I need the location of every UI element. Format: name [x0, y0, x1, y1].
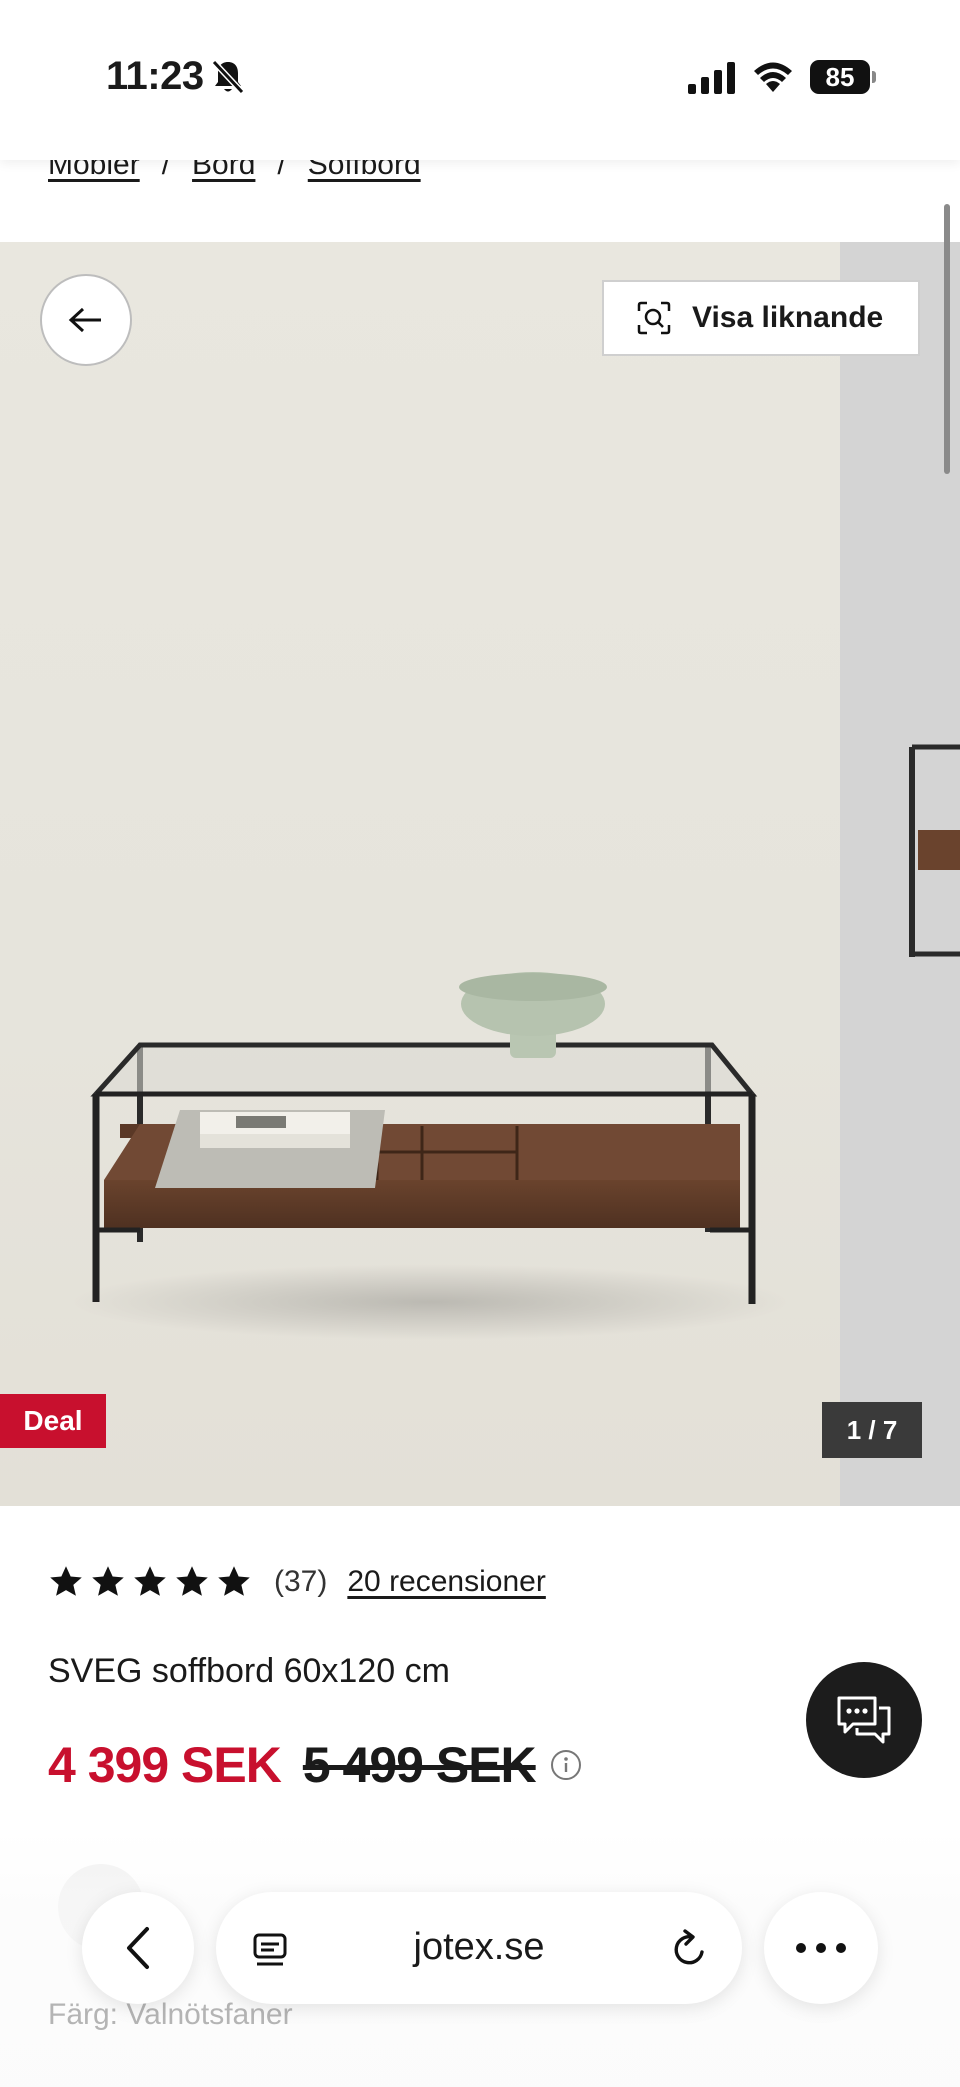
- color-label: Färg: Valnötsfaner: [48, 1998, 293, 2031]
- info-icon[interactable]: [550, 1749, 582, 1781]
- bell-slash-icon: [211, 59, 245, 95]
- chat-bubbles-icon: [837, 1696, 891, 1744]
- show-similar-button[interactable]: Visa liknande: [602, 280, 920, 356]
- next-image-preview: [909, 744, 960, 957]
- cellular-signal-icon: [688, 62, 735, 94]
- browser-back-button[interactable]: [82, 1892, 194, 2004]
- visual-search-icon: [637, 301, 671, 335]
- wifi-icon: [754, 62, 792, 92]
- next-product-image[interactable]: [840, 242, 960, 1506]
- original-price: 5 499 SEK: [302, 1737, 537, 1793]
- address-bar[interactable]: jotex.se: [216, 1892, 742, 2004]
- show-similar-label: Visa liknande: [692, 301, 884, 334]
- product-image[interactable]: [0, 242, 840, 1506]
- star-icon: [218, 1566, 250, 1596]
- product-title: SVEG soffbord 60x120 cm: [48, 1652, 450, 1690]
- status-bar: 11:23 85: [0, 0, 960, 160]
- reload-icon[interactable]: [670, 1928, 710, 1970]
- rating-stars: [48, 1564, 252, 1600]
- deal-badge: Deal: [0, 1394, 106, 1448]
- page-scrollbar[interactable]: [944, 204, 950, 474]
- chevron-left-icon: [127, 1927, 149, 1969]
- star-icon: [50, 1566, 82, 1596]
- battery-indicator: 85: [810, 60, 876, 94]
- star-icon: [176, 1566, 208, 1596]
- back-button[interactable]: [40, 274, 132, 366]
- rating-count: (37): [274, 1565, 328, 1598]
- battery-level: 85: [810, 60, 870, 94]
- status-time: 11:23: [106, 54, 204, 98]
- battery-tip: [872, 71, 876, 83]
- ellipsis-icon: [796, 1943, 846, 1953]
- rating-row: (37) 20 recensioner: [48, 1564, 546, 1600]
- arrow-left-icon: [68, 307, 101, 333]
- reviews-link[interactable]: 20 recensioner: [347, 1565, 545, 1599]
- star-icon: [92, 1566, 124, 1596]
- current-price: 4 399 SEK: [48, 1737, 282, 1793]
- star-icon: [134, 1566, 166, 1596]
- coffee-table-illustration: [70, 972, 790, 1340]
- image-counter: 1 / 7: [822, 1402, 922, 1458]
- url-text: jotex.se: [413, 1926, 545, 1968]
- product-gallery[interactable]: Visa liknande Deal 1 / 7: [0, 242, 960, 1506]
- chat-button[interactable]: [806, 1662, 922, 1778]
- price-row: 4 399 SEK 5 499 SEK: [48, 1736, 582, 1794]
- more-options-button[interactable]: [764, 1892, 878, 2004]
